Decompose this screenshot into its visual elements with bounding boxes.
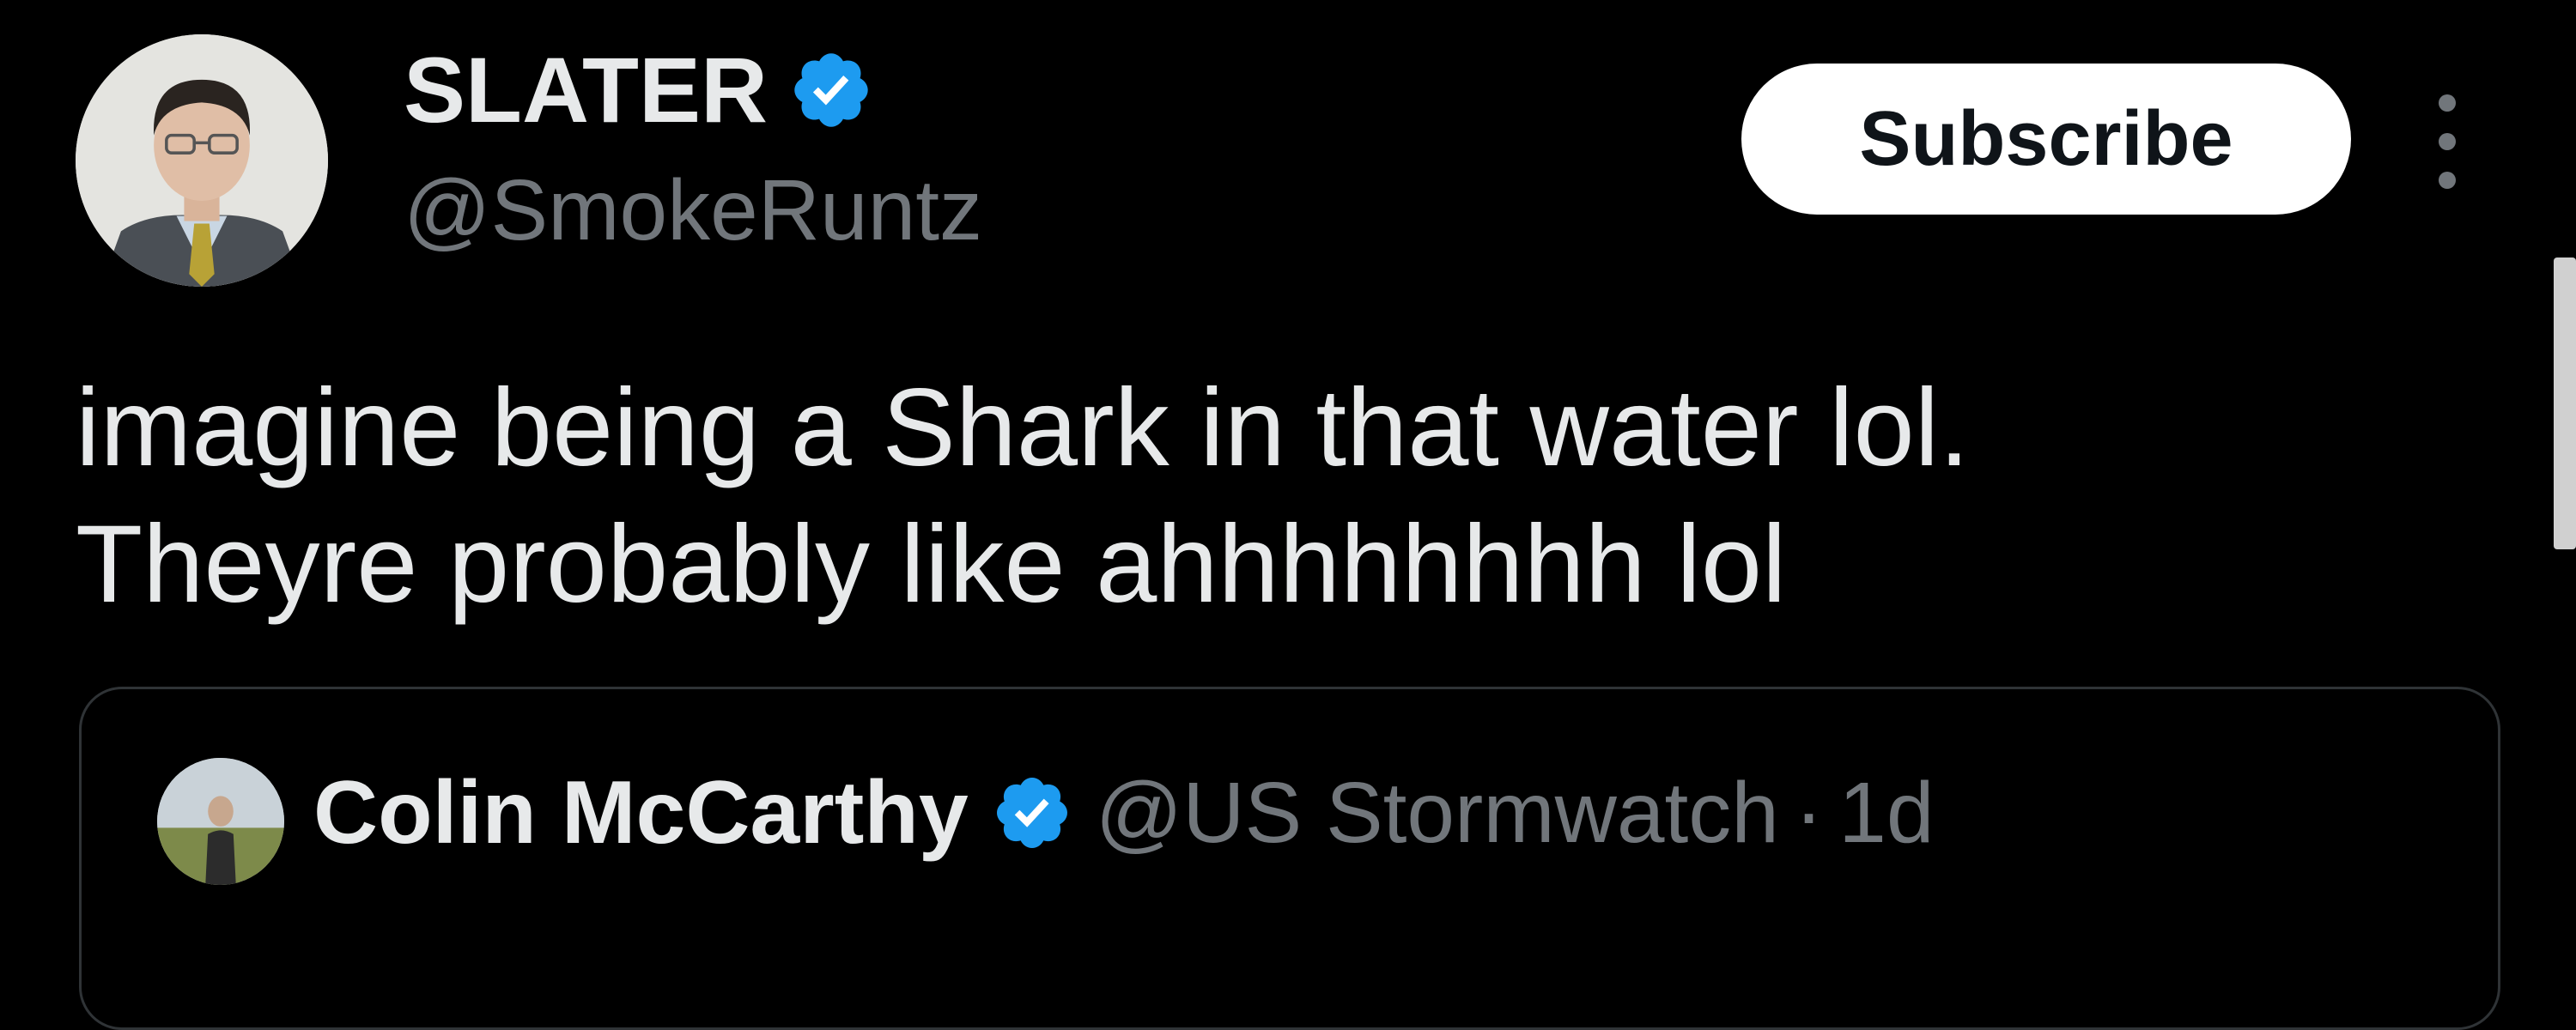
tweet-text: imagine being a Shark in that water lol.…	[76, 360, 2463, 633]
more-vertical-icon[interactable]	[2421, 94, 2473, 189]
tweet-text-line: imagine being a Shark in that water lol.	[76, 367, 1970, 489]
quoted-author-avatar[interactable]	[157, 758, 284, 885]
separator-dot: ·	[1794, 765, 1824, 861]
quoted-tweet-card[interactable]: Colin McCarthy @US Stormwatch · 1d	[79, 687, 2500, 1030]
quoted-author-handle[interactable]: @US Stormwatch	[1096, 770, 1779, 856]
author-name-row[interactable]: SLATER	[404, 39, 874, 142]
subscribe-button[interactable]: Subscribe	[1741, 64, 2351, 215]
more-dot	[2439, 133, 2456, 150]
author-name[interactable]: SLATER	[404, 39, 768, 142]
quoted-tweet-timestamp[interactable]: 1d	[1838, 770, 1934, 856]
more-dot	[2439, 172, 2456, 189]
verified-badge-icon[interactable]	[788, 47, 874, 133]
author-avatar[interactable]	[76, 34, 328, 287]
verified-badge-icon[interactable]	[991, 772, 1073, 854]
scrollbar[interactable]	[2554, 258, 2576, 549]
author-handle[interactable]: @SmokeRuntz	[404, 163, 982, 258]
tweet-text-line: Theyre probably like ahhhhhhhh lol	[76, 502, 1787, 626]
quoted-author-name[interactable]: Colin McCarthy	[313, 768, 969, 857]
quoted-tweet-header: Colin McCarthy @US Stormwatch · 1d	[313, 768, 1934, 857]
quoted-avatar-image	[157, 758, 284, 885]
more-dot	[2439, 94, 2456, 112]
avatar-image	[76, 34, 328, 287]
